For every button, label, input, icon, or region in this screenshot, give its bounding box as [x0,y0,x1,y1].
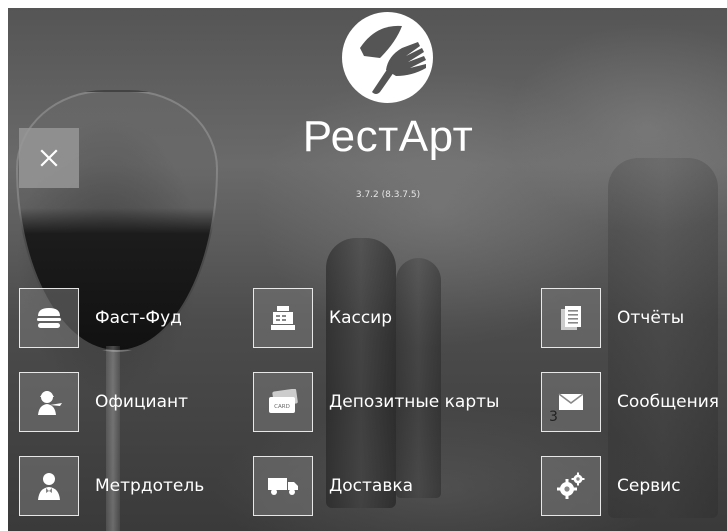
menu-item-label: Метрдотель [95,476,205,496]
menu-item-label: Отчёты [617,308,685,328]
truck-icon [268,478,298,495]
cash-register-icon [271,306,295,330]
menu-item-label: Сервис [617,476,681,496]
card-icon-text: CARD [274,404,290,410]
menu-item-waiter[interactable]: Официант [19,372,188,432]
envelope-icon [558,393,584,410]
close-button[interactable] [19,128,79,188]
menu-item-label: Доставка [329,476,414,496]
menu-item-icon-box: CARD [253,372,313,432]
menu-item-reports[interactable]: Отчёты [541,288,684,348]
menu-item-cashier[interactable]: Кассир [253,288,392,348]
menu-item-service[interactable]: Сервис [541,456,681,516]
gears-icon [557,472,585,499]
knife-fork-logo [342,12,433,103]
menu-item-deposit-cards[interactable]: CARD Депозитные карты [253,372,499,432]
burger-icon [37,308,61,328]
menu-item-messages[interactable]: Сообщения [541,372,719,432]
menu-item-label: Кассир [329,308,393,328]
menu-item-label: Депозитные карты [329,392,500,412]
reports-icon [561,306,581,330]
menu-item-label: Фаст-Фуд [95,308,182,328]
window-edge [0,0,8,531]
menu-item-label: Официант [95,392,189,412]
menu-item-fast-food[interactable]: Фаст-Фуд [19,288,182,348]
menu-item-maitre-d[interactable]: Метрдотель [19,456,204,516]
version-label: 3.7.2 (8.3.7.5) [355,190,421,200]
close-icon [40,149,58,167]
window-edge [0,0,727,8]
card-icon: CARD [269,389,298,413]
menu-item-icon-box [541,288,601,348]
menu-item-icon-box [253,288,313,348]
menu-item-icon-box [19,288,79,348]
menu-item-icon-box [541,456,601,516]
menu-item-icon-box [19,456,79,516]
maitre-d-icon [38,473,60,500]
menu-item-label: Сообщения [617,392,720,412]
stray-text: 3 [549,409,558,425]
menu-item-icon-box [19,372,79,432]
waiter-icon [38,391,62,415]
menu-item-delivery[interactable]: Доставка [253,456,413,516]
app-title: РестАрт [302,112,474,161]
menu-item-icon-box [253,456,313,516]
